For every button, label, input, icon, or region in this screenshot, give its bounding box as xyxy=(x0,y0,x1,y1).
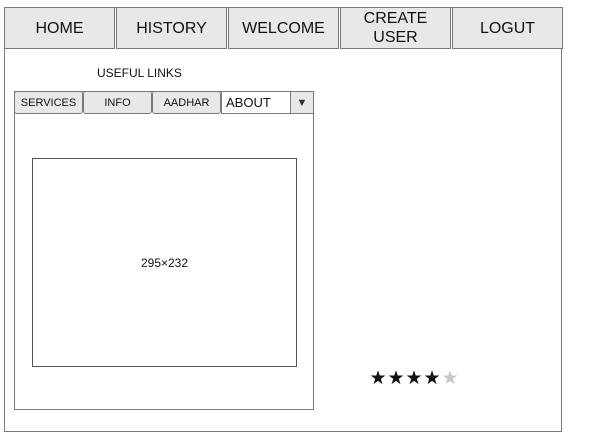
star-rating[interactable]: ★ ★ ★ ★ ★ xyxy=(369,368,459,390)
tab-services[interactable]: SERVICES xyxy=(14,91,83,114)
star-icon[interactable]: ★ xyxy=(441,368,459,390)
tab-info[interactable]: INFO xyxy=(83,91,152,114)
nav-history-button[interactable]: HISTORY xyxy=(116,7,227,49)
top-nav: HOME HISTORY WELCOME CREATE USER LOGUT xyxy=(4,7,563,49)
star-icon[interactable]: ★ xyxy=(405,368,423,390)
nav-logout-button[interactable]: LOGUT xyxy=(452,7,563,49)
nav-home-button[interactable]: HOME xyxy=(4,7,115,49)
chevron-down-icon[interactable]: ▼ xyxy=(290,92,313,113)
star-icon[interactable]: ★ xyxy=(387,368,405,390)
about-select-value: ABOUT xyxy=(226,95,271,110)
star-icon[interactable]: ★ xyxy=(423,368,441,390)
star-icon[interactable]: ★ xyxy=(369,368,387,390)
useful-links-tabs: SERVICES INFO AADHAR ABOUT ▼ xyxy=(14,91,314,114)
image-placeholder-label: 295×232 xyxy=(140,255,189,270)
nav-welcome-button[interactable]: WELCOME xyxy=(228,7,339,49)
tab-aadhar[interactable]: AADHAR xyxy=(152,91,221,114)
image-placeholder: 295×232 xyxy=(32,158,297,367)
nav-create-user-button[interactable]: CREATE USER xyxy=(340,7,451,49)
useful-links-heading: USEFUL LINKS xyxy=(97,66,182,80)
about-select[interactable]: ABOUT ▼ xyxy=(221,91,314,114)
